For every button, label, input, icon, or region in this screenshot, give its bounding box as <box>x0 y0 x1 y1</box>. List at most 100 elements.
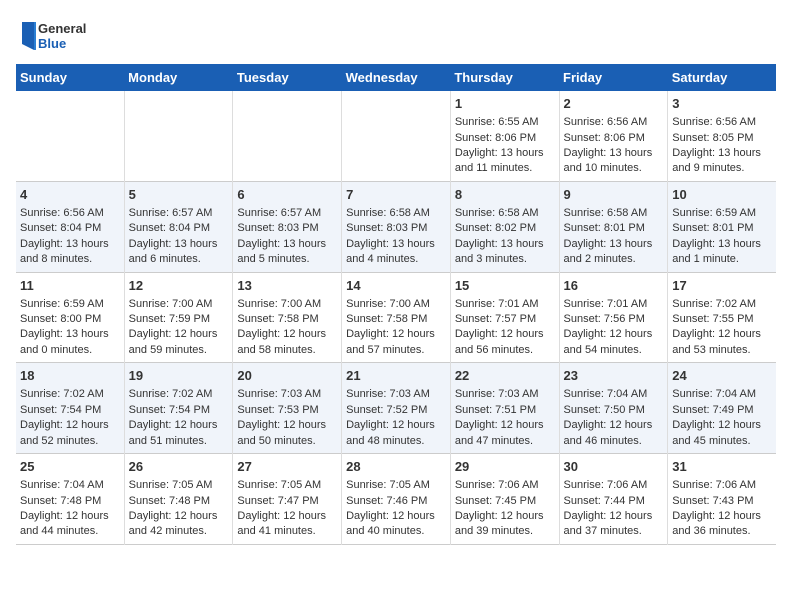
calendar-cell: 28Sunrise: 7:05 AMSunset: 7:46 PMDayligh… <box>342 454 451 545</box>
header-cell-sunday: Sunday <box>16 64 124 91</box>
calendar-body: 1Sunrise: 6:55 AMSunset: 8:06 PMDaylight… <box>16 91 776 544</box>
day-info-line: Sunset: 8:03 PM <box>346 222 427 234</box>
day-info-line: Sunrise: 7:06 AM <box>455 479 539 491</box>
day-number: 22 <box>455 367 555 385</box>
logo: General Blue <box>16 16 96 56</box>
day-number: 14 <box>346 277 446 295</box>
day-info-line: Sunset: 8:01 PM <box>564 222 645 234</box>
calendar-cell <box>124 91 233 181</box>
day-info-line: Sunrise: 7:03 AM <box>346 388 430 400</box>
day-number: 16 <box>564 277 664 295</box>
daylight-hours-label: Daylight: 12 hours <box>346 419 435 431</box>
day-info-line: Sunset: 7:54 PM <box>20 404 101 416</box>
day-info-line: and 45 minutes. <box>672 435 750 447</box>
day-info-line: Sunrise: 7:05 AM <box>346 479 430 491</box>
daylight-hours-label: Daylight: 12 hours <box>455 328 544 340</box>
day-info-line: Sunrise: 7:02 AM <box>129 388 213 400</box>
day-info-line: Sunset: 8:06 PM <box>455 132 536 144</box>
daylight-hours-label: Daylight: 13 hours <box>237 238 326 250</box>
day-info-line: Sunrise: 6:58 AM <box>564 207 648 219</box>
day-number: 20 <box>237 367 337 385</box>
day-info-line: Sunset: 7:51 PM <box>455 404 536 416</box>
calendar-week-row: 25Sunrise: 7:04 AMSunset: 7:48 PMDayligh… <box>16 454 776 545</box>
calendar-cell: 13Sunrise: 7:00 AMSunset: 7:58 PMDayligh… <box>233 272 342 363</box>
day-info-line: Sunrise: 6:55 AM <box>455 116 539 128</box>
day-number: 3 <box>672 95 772 113</box>
day-info-line: and 2 minutes. <box>564 253 636 265</box>
header-cell-saturday: Saturday <box>668 64 776 91</box>
calendar-cell: 30Sunrise: 7:06 AMSunset: 7:44 PMDayligh… <box>559 454 668 545</box>
logo-svg: General Blue <box>16 16 96 56</box>
svg-text:Blue: Blue <box>38 36 66 51</box>
day-info-line: Sunrise: 7:02 AM <box>672 298 756 310</box>
calendar-cell: 10Sunrise: 6:59 AMSunset: 8:01 PMDayligh… <box>668 181 776 272</box>
day-info-line: Sunset: 7:56 PM <box>564 313 645 325</box>
calendar-cell: 11Sunrise: 6:59 AMSunset: 8:00 PMDayligh… <box>16 272 124 363</box>
day-info-line: Sunrise: 7:05 AM <box>129 479 213 491</box>
day-info-line: Sunset: 7:58 PM <box>237 313 318 325</box>
calendar-week-row: 11Sunrise: 6:59 AMSunset: 8:00 PMDayligh… <box>16 272 776 363</box>
daylight-hours-label: Daylight: 12 hours <box>672 328 761 340</box>
day-number: 31 <box>672 458 772 476</box>
calendar-cell: 29Sunrise: 7:06 AMSunset: 7:45 PMDayligh… <box>450 454 559 545</box>
day-info-line: Sunrise: 6:59 AM <box>20 298 104 310</box>
calendar-cell: 3Sunrise: 6:56 AMSunset: 8:05 PMDaylight… <box>668 91 776 181</box>
day-info-line: Sunset: 8:03 PM <box>237 222 318 234</box>
day-number: 10 <box>672 186 772 204</box>
day-number: 4 <box>20 186 120 204</box>
calendar-cell: 19Sunrise: 7:02 AMSunset: 7:54 PMDayligh… <box>124 363 233 454</box>
calendar-cell: 18Sunrise: 7:02 AMSunset: 7:54 PMDayligh… <box>16 363 124 454</box>
day-info-line: and 44 minutes. <box>20 525 98 537</box>
calendar-cell: 22Sunrise: 7:03 AMSunset: 7:51 PMDayligh… <box>450 363 559 454</box>
calendar-cell: 24Sunrise: 7:04 AMSunset: 7:49 PMDayligh… <box>668 363 776 454</box>
daylight-hours-label: Daylight: 12 hours <box>564 328 653 340</box>
daylight-hours-label: Daylight: 12 hours <box>346 510 435 522</box>
daylight-hours-label: Daylight: 12 hours <box>672 419 761 431</box>
day-number: 6 <box>237 186 337 204</box>
calendar-week-row: 1Sunrise: 6:55 AMSunset: 8:06 PMDaylight… <box>16 91 776 181</box>
day-number: 9 <box>564 186 664 204</box>
calendar-cell: 26Sunrise: 7:05 AMSunset: 7:48 PMDayligh… <box>124 454 233 545</box>
daylight-hours-label: Daylight: 13 hours <box>455 238 544 250</box>
day-number: 27 <box>237 458 337 476</box>
day-info-line: Sunset: 7:48 PM <box>20 495 101 507</box>
day-info-line: Sunset: 8:02 PM <box>455 222 536 234</box>
day-number: 24 <box>672 367 772 385</box>
calendar-cell: 1Sunrise: 6:55 AMSunset: 8:06 PMDaylight… <box>450 91 559 181</box>
calendar-cell: 14Sunrise: 7:00 AMSunset: 7:58 PMDayligh… <box>342 272 451 363</box>
calendar-cell: 21Sunrise: 7:03 AMSunset: 7:52 PMDayligh… <box>342 363 451 454</box>
day-info-line: Sunset: 8:06 PM <box>564 132 645 144</box>
day-info-line: and 36 minutes. <box>672 525 750 537</box>
day-info-line: Sunset: 7:46 PM <box>346 495 427 507</box>
day-info-line: and 3 minutes. <box>455 253 527 265</box>
day-info-line: Sunrise: 6:56 AM <box>672 116 756 128</box>
calendar-week-row: 4Sunrise: 6:56 AMSunset: 8:04 PMDaylight… <box>16 181 776 272</box>
day-info-line: Sunset: 7:45 PM <box>455 495 536 507</box>
daylight-hours-label: Daylight: 13 hours <box>455 147 544 159</box>
daylight-hours-label: Daylight: 12 hours <box>564 510 653 522</box>
day-info-line: and 48 minutes. <box>346 435 424 447</box>
daylight-hours-label: Daylight: 13 hours <box>129 238 218 250</box>
day-info-line: and 10 minutes. <box>564 162 642 174</box>
daylight-hours-label: Daylight: 13 hours <box>672 238 761 250</box>
day-info-line: Sunrise: 7:04 AM <box>672 388 756 400</box>
day-info-line: Sunrise: 6:59 AM <box>672 207 756 219</box>
day-info-line: and 57 minutes. <box>346 344 424 356</box>
day-info-line: and 46 minutes. <box>564 435 642 447</box>
day-info-line: and 4 minutes. <box>346 253 418 265</box>
day-info-line: Sunset: 7:48 PM <box>129 495 210 507</box>
calendar-cell: 8Sunrise: 6:58 AMSunset: 8:02 PMDaylight… <box>450 181 559 272</box>
header-row: SundayMondayTuesdayWednesdayThursdayFrid… <box>16 64 776 91</box>
day-info-line: Sunset: 7:57 PM <box>455 313 536 325</box>
daylight-hours-label: Daylight: 13 hours <box>346 238 435 250</box>
day-info-line: Sunset: 7:59 PM <box>129 313 210 325</box>
day-number: 23 <box>564 367 664 385</box>
day-info-line: Sunrise: 7:04 AM <box>564 388 648 400</box>
calendar-cell: 12Sunrise: 7:00 AMSunset: 7:59 PMDayligh… <box>124 272 233 363</box>
calendar-cell: 27Sunrise: 7:05 AMSunset: 7:47 PMDayligh… <box>233 454 342 545</box>
header-cell-thursday: Thursday <box>450 64 559 91</box>
day-info-line: Sunrise: 7:06 AM <box>564 479 648 491</box>
day-info-line: Sunset: 8:04 PM <box>20 222 101 234</box>
calendar-cell: 16Sunrise: 7:01 AMSunset: 7:56 PMDayligh… <box>559 272 668 363</box>
calendar-cell: 7Sunrise: 6:58 AMSunset: 8:03 PMDaylight… <box>342 181 451 272</box>
